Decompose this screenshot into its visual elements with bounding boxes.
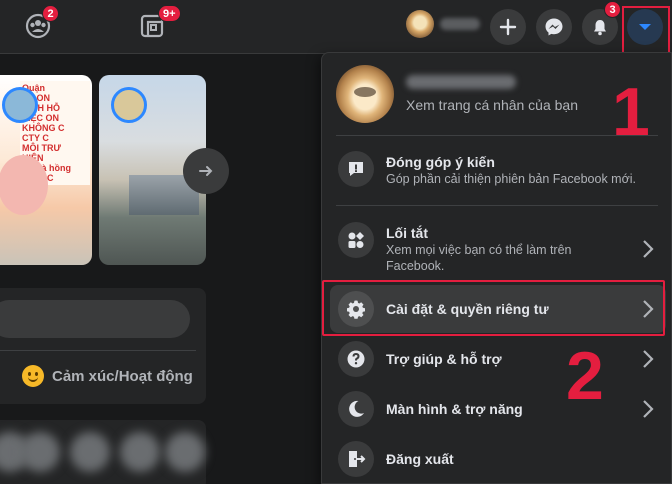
- item-icon-wrap: [338, 391, 374, 427]
- notifications-badge: 3: [604, 1, 621, 18]
- create-post-input[interactable]: [0, 300, 190, 338]
- menu-item-title: Màn hình & trợ năng: [386, 401, 523, 417]
- feedback-icon: [349, 162, 363, 176]
- gaming-nav-button[interactable]: 9+: [132, 5, 181, 44]
- menu-item-title: Trợ giúp & hỗ trợ: [386, 351, 502, 367]
- smiley-icon: [22, 365, 44, 387]
- step-number-1: 1: [612, 74, 650, 150]
- bell-icon: [594, 20, 606, 36]
- menu-item-title: Lối tắt: [386, 225, 428, 241]
- story-line: KHÔNG C: [22, 123, 65, 133]
- item-icon-wrap: [338, 441, 374, 477]
- contact-avatar[interactable]: [70, 432, 110, 472]
- menu-item-display-accessibility[interactable]: Màn hình & trợ năng: [330, 385, 666, 433]
- story-line: CTY C: [22, 133, 49, 143]
- profile-name-blurred: [440, 18, 480, 30]
- story-avatar: [111, 87, 147, 123]
- story-next-button[interactable]: [183, 148, 229, 194]
- messenger-icon: [545, 18, 563, 36]
- highlight-box-step2: [322, 280, 665, 336]
- menu-item-shortcuts[interactable]: Lối tắt Xem mọi việc bạn có thể làm trên…: [330, 214, 666, 284]
- view-profile-label: Xem trang cá nhân của bạn: [406, 97, 579, 113]
- divider: [0, 350, 196, 351]
- step-number-2: 2: [566, 338, 604, 414]
- item-icon-wrap: [338, 151, 374, 187]
- story-sticker: [0, 155, 48, 215]
- menu-item-title: Đăng xuất: [386, 451, 454, 467]
- chevron-right-icon: [643, 350, 654, 368]
- menu-item-subtitle: Xem mọi việc bạn có thể làm trên Faceboo…: [386, 243, 572, 273]
- help-icon: [347, 350, 365, 368]
- groups-nav-button[interactable]: 2: [18, 5, 59, 44]
- profile-name-blurred: [406, 75, 516, 89]
- messenger-button[interactable]: [536, 9, 572, 45]
- profile-shortcut[interactable]: [406, 10, 480, 38]
- chevron-right-icon: [199, 166, 213, 176]
- story-line: MÔI TRƯ: [22, 143, 61, 153]
- contact-avatar[interactable]: [120, 432, 160, 472]
- top-navigation-bar: 2 9+ 3: [0, 0, 672, 54]
- story-avatar: [2, 87, 38, 123]
- plus-icon: [499, 18, 517, 36]
- chevron-right-icon: [643, 240, 654, 258]
- moon-icon: [349, 400, 364, 417]
- divider: [336, 135, 658, 136]
- contact-avatar[interactable]: [165, 432, 205, 472]
- feeling-label: Cảm xúc/Hoạt động: [52, 367, 193, 385]
- shortcuts-icon: [348, 232, 364, 248]
- avatar: [406, 10, 434, 38]
- divider: [336, 205, 658, 206]
- story-card[interactable]: Quận PV ON DỊCH HỖ VIỆC ON KHÔNG C CTY C…: [0, 75, 92, 265]
- menu-item-subtitle: Góp phần cải thiện phiên bản Facebook mớ…: [386, 172, 637, 186]
- notifications-button[interactable]: 3: [582, 1, 621, 45]
- groups-badge: 2: [42, 5, 59, 22]
- create-button[interactable]: [490, 9, 526, 45]
- menu-item-feedback[interactable]: Đóng góp ý kiến Góp phần cải thiện phiên…: [330, 143, 666, 195]
- contact-avatar[interactable]: [20, 432, 60, 472]
- highlight-box-step1: [622, 6, 670, 56]
- item-icon-wrap: [338, 222, 374, 258]
- feeling-activity-button[interactable]: Cảm xúc/Hoạt động: [22, 365, 193, 387]
- menu-item-logout[interactable]: Đăng xuất: [330, 435, 666, 483]
- chevron-right-icon: [643, 400, 654, 418]
- item-icon-wrap: [338, 341, 374, 377]
- menu-item-help-support[interactable]: Trợ giúp & hỗ trợ: [330, 335, 666, 383]
- menu-item-title: Đóng góp ý kiến: [386, 154, 495, 170]
- logout-icon: [349, 451, 366, 467]
- profile-avatar: [336, 65, 394, 123]
- gaming-badge: 9+: [158, 5, 181, 22]
